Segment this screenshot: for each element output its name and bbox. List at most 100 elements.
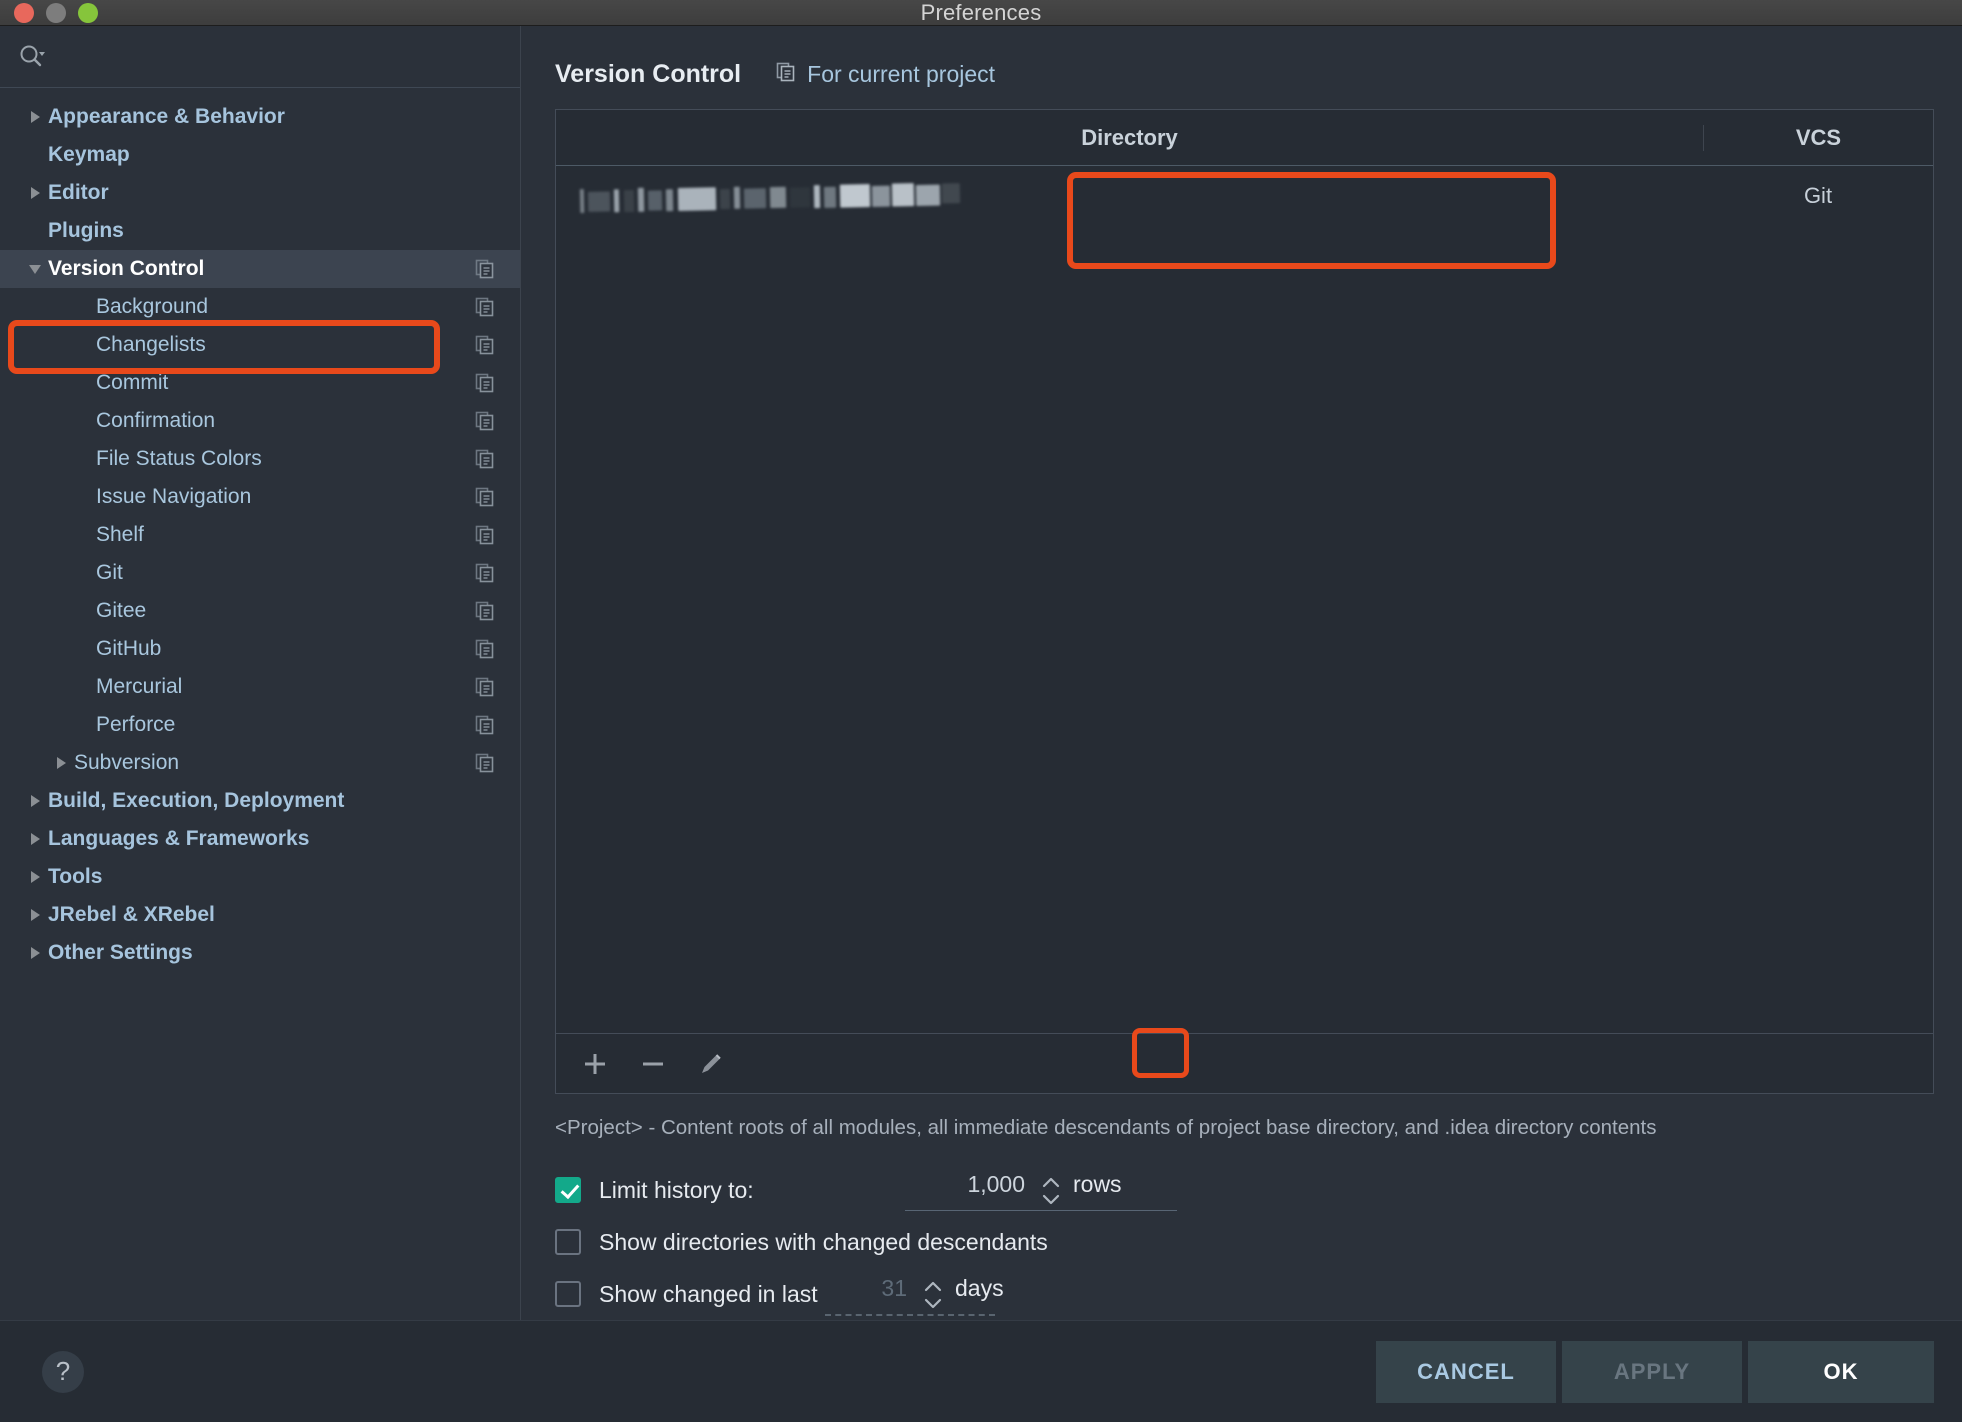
show-changed-in-last-underline xyxy=(825,1314,995,1316)
twisty-placeholder xyxy=(48,440,74,478)
copy-to-project-icon xyxy=(775,61,797,89)
copy-to-project-icon[interactable] xyxy=(474,562,496,584)
sidebar-item-commit[interactable]: Commit xyxy=(0,364,520,402)
sidebar-item-subversion[interactable]: Subversion xyxy=(0,744,520,782)
show-changed-in-last-checkbox[interactable] xyxy=(555,1281,581,1307)
sidebar-item-languages-frameworks[interactable]: Languages & Frameworks xyxy=(0,820,520,858)
limit-history-stepper[interactable] xyxy=(1041,1176,1061,1206)
sidebar-item-label: Issue Navigation xyxy=(96,485,252,508)
limit-history-spinner[interactable]: 1,000 rows xyxy=(905,1171,1122,1209)
apply-button[interactable]: APPLY xyxy=(1562,1340,1742,1403)
sidebar-item-tools[interactable]: Tools xyxy=(0,858,520,896)
copy-to-project-icon[interactable] xyxy=(474,600,496,622)
cell-vcs: Git xyxy=(1803,183,1833,208)
twisty-collapsed-icon[interactable] xyxy=(48,744,74,782)
copy-to-project-icon[interactable] xyxy=(474,714,496,736)
column-header-directory[interactable]: Directory xyxy=(556,125,1703,151)
dialog-body: Appearance & Behavior Keymap Editor Plugins… xyxy=(0,26,1962,1320)
show-changed-dirs-checkbox[interactable] xyxy=(555,1229,581,1255)
column-header-vcs[interactable]: VCS xyxy=(1703,124,1933,151)
sidebar-item-background[interactable]: Background xyxy=(0,288,520,326)
copy-to-project-icon[interactable] xyxy=(474,372,496,394)
sidebar-item-label: Confirmation xyxy=(96,409,216,432)
twisty-collapsed-icon[interactable] xyxy=(22,934,48,972)
copy-to-project-icon[interactable] xyxy=(474,410,496,432)
help-button[interactable]: ? xyxy=(42,1350,84,1393)
copy-to-project-icon[interactable] xyxy=(474,448,496,470)
show-changed-in-last-stepper[interactable] xyxy=(923,1280,943,1310)
sidebar-item-github[interactable]: GitHub xyxy=(0,630,520,668)
copy-to-project-icon[interactable] xyxy=(474,524,496,546)
chevron-down-icon[interactable] xyxy=(923,1297,943,1310)
twisty-collapsed-icon[interactable] xyxy=(22,896,48,934)
chevron-up-icon[interactable] xyxy=(923,1280,943,1293)
twisty-collapsed-icon[interactable] xyxy=(22,782,48,820)
option-show-changed-in-last[interactable]: Show changed in last 31 days xyxy=(555,1268,1962,1320)
add-directory-button[interactable] xyxy=(570,1039,620,1089)
sidebar-item-version-control[interactable]: Version Control xyxy=(0,250,520,288)
limit-history-value[interactable]: 1,000 xyxy=(905,1171,1025,1198)
limit-history-unit: rows xyxy=(1073,1171,1122,1197)
sidebar-item-other-settings[interactable]: Other Settings xyxy=(0,934,520,972)
copy-to-project-icon[interactable] xyxy=(474,486,496,508)
sidebar-item-editor[interactable]: Editor xyxy=(0,174,520,212)
twisty-placeholder xyxy=(48,326,74,364)
remove-directory-button[interactable] xyxy=(628,1039,678,1089)
twisty-expanded-icon[interactable] xyxy=(22,250,48,288)
for-current-project-label: For current project xyxy=(807,61,996,87)
copy-to-project-icon[interactable] xyxy=(474,258,496,280)
show-changed-in-last-label: Show changed in last xyxy=(599,1280,818,1307)
search-icon[interactable] xyxy=(18,43,46,71)
sidebar-item-appearance-behavior[interactable]: Appearance & Behavior xyxy=(0,98,520,136)
sidebar-item-perforce[interactable]: Perforce xyxy=(0,706,520,744)
twisty-placeholder xyxy=(48,288,74,326)
limit-history-checkbox[interactable] xyxy=(555,1177,581,1203)
table-row[interactable]: Git xyxy=(556,166,1933,226)
sidebar-item-label: Appearance & Behavior xyxy=(48,105,285,128)
twisty-collapsed-icon[interactable] xyxy=(22,820,48,858)
sidebar-item-keymap[interactable]: Keymap xyxy=(0,136,520,174)
for-current-project-link[interactable]: For current project xyxy=(775,61,995,89)
sidebar-item-changelists[interactable]: Changelists xyxy=(0,326,520,364)
cancel-button[interactable]: CANCEL xyxy=(1376,1340,1556,1403)
search-row[interactable] xyxy=(0,26,520,88)
copy-to-project-icon[interactable] xyxy=(474,638,496,660)
copy-to-project-icon[interactable] xyxy=(474,752,496,774)
sidebar-item-git[interactable]: Git xyxy=(0,554,520,592)
edit-directory-button[interactable] xyxy=(686,1039,736,1089)
cell-directory[interactable] xyxy=(556,179,1703,214)
twisty-placeholder xyxy=(22,136,48,174)
twisty-collapsed-icon[interactable] xyxy=(22,98,48,136)
copy-to-project-icon[interactable] xyxy=(474,676,496,698)
show-changed-in-last-spinner[interactable]: 31 days xyxy=(845,1275,1004,1313)
sidebar-item-shelf[interactable]: Shelf xyxy=(0,516,520,554)
sidebar-item-issue-navigation[interactable]: Issue Navigation xyxy=(0,478,520,516)
show-changed-in-last-value[interactable]: 31 xyxy=(845,1275,907,1302)
twisty-collapsed-icon[interactable] xyxy=(22,174,48,212)
copy-to-project-icon[interactable] xyxy=(474,334,496,356)
sidebar-item-mercurial[interactable]: Mercurial xyxy=(0,668,520,706)
show-changed-dirs-label: Show directories with changed descendant… xyxy=(599,1228,1048,1255)
copy-to-project-icon[interactable] xyxy=(474,296,496,318)
sidebar-item-plugins[interactable]: Plugins xyxy=(0,212,520,250)
sidebar-item-label: Plugins xyxy=(48,219,124,242)
sidebar-item-gitee[interactable]: Gitee xyxy=(0,592,520,630)
sidebar-item-confirmation[interactable]: Confirmation xyxy=(0,402,520,440)
sidebar-item-label: Background xyxy=(96,295,209,318)
option-show-changed-dirs[interactable]: Show directories with changed descendant… xyxy=(555,1216,1962,1268)
twisty-placeholder xyxy=(48,668,74,706)
ok-button[interactable]: OK xyxy=(1748,1340,1934,1403)
sidebar-item-jrebel-xrebel[interactable]: JRebel & XRebel xyxy=(0,896,520,934)
option-limit-history[interactable]: Limit history to: 1,000 rows xyxy=(555,1164,1962,1216)
chevron-up-icon[interactable] xyxy=(1041,1176,1061,1189)
sidebar-item-label: Gitee xyxy=(96,599,147,622)
sidebar-item-file-status-colors[interactable]: File Status Colors xyxy=(0,440,520,478)
twisty-collapsed-icon[interactable] xyxy=(22,858,48,896)
sidebar-item-build-execution-deployment[interactable]: Build, Execution, Deployment xyxy=(0,782,520,820)
sidebar-item-label: Subversion xyxy=(74,751,180,774)
search-input[interactable] xyxy=(46,45,502,68)
chevron-down-icon[interactable] xyxy=(1041,1193,1061,1206)
sidebar-item-label: Shelf xyxy=(96,523,144,546)
limit-history-label: Limit history to: xyxy=(599,1176,754,1203)
sidebar-item-label: Commit xyxy=(96,371,169,394)
